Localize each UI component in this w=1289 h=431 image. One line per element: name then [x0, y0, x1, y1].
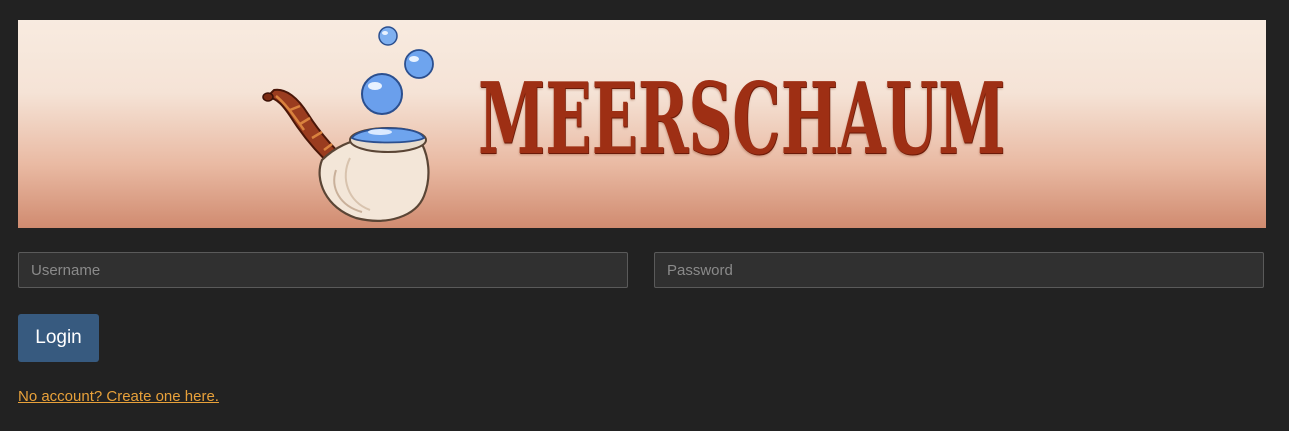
bubble-icon [378, 26, 398, 46]
bubble-icon [361, 73, 403, 115]
brand-banner: MEERSCHAUM [18, 20, 1266, 228]
brand-logo-text: MEERSCHAUM [478, 62, 1006, 177]
username-input[interactable] [18, 252, 628, 288]
login-button[interactable]: Login [18, 314, 99, 362]
bubble-icon [404, 49, 434, 79]
password-input[interactable] [654, 252, 1264, 288]
pipe-bowl [318, 127, 430, 222]
create-account-link[interactable]: No account? Create one here. [18, 388, 219, 405]
